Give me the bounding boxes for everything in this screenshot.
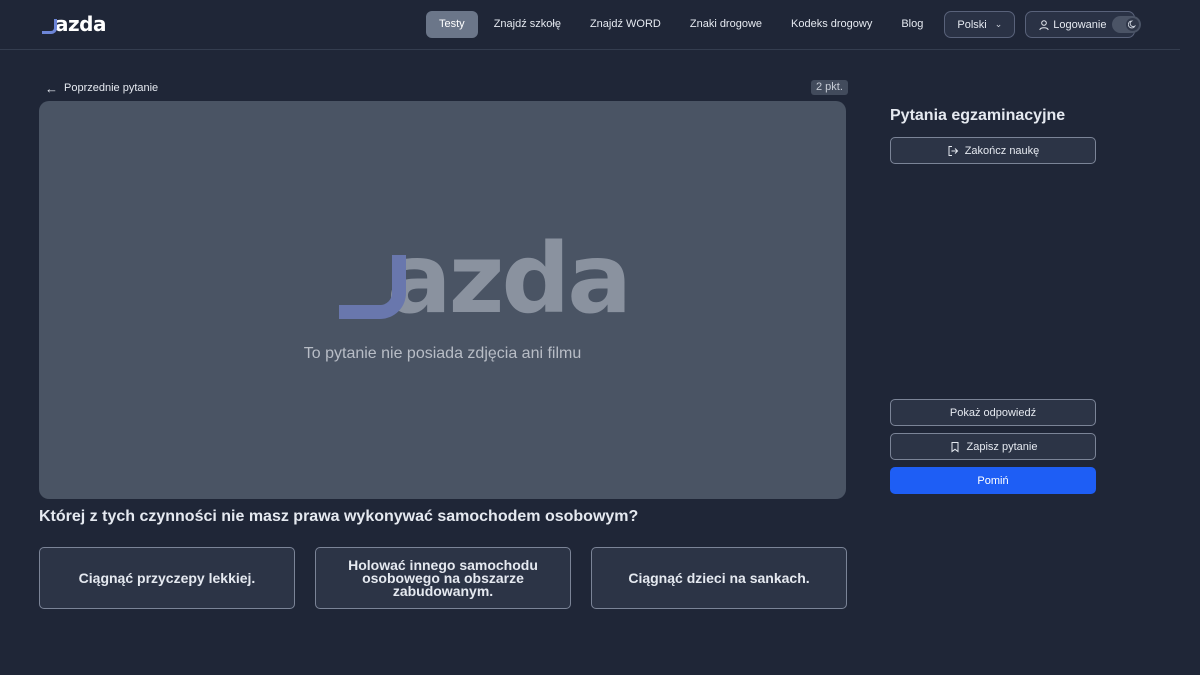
finish-learning-label: Zakończ naukę [964,144,1040,157]
question-text: Której z tych czynności nie masz prawa w… [39,508,639,525]
login-label: Logowanie [1053,18,1107,31]
logo-text: azda [55,12,106,36]
logout-icon [948,145,958,156]
moon-icon [1126,18,1139,31]
nav-item-znajdz-szkole[interactable]: Znajdź szkołę [481,11,574,38]
language-dropdown[interactable]: Polski ⌄ [944,11,1016,38]
user-icon [1039,19,1049,30]
logo[interactable]: azda [42,12,106,34]
top-navigation: azda Testy Znajdź szkołę Znajdź WORD Zna… [0,0,1180,50]
nav-item-testy[interactable]: Testy [426,11,478,38]
nav-item-kodeks-drogowy[interactable]: Kodeks drogowy [778,11,885,38]
answer-list: Ciągnąć przyczepy lekkiej. Holować inneg… [39,547,847,609]
save-question-label: Zapisz pytanie [966,440,1038,453]
points-badge: 2 pkt. [811,80,848,95]
answer-option-3[interactable]: Ciągnąć dzieci na sankach. [591,547,847,609]
logo-mark-icon [42,16,57,34]
nav-item-znaki-drogowe[interactable]: Znaki drogowe [677,11,775,38]
skip-label: Pomiń [977,474,1009,487]
page: azda Testy Znajdź szkołę Znajdź WORD Zna… [0,0,1200,675]
skip-button[interactable]: Pomiń [890,467,1096,494]
nav-item-znajdz-word[interactable]: Znajdź WORD [577,11,674,38]
previous-question-label: Poprzednie pytanie [64,82,159,94]
question-media-placeholder: azda To pytanie nie posiada zdjęcia ani … [39,101,846,499]
bookmark-icon [951,441,959,452]
sidebar-title: Pytania egzaminacyjne [890,107,1066,124]
answer-option-2[interactable]: Holować innego samochodu osobowego na ob… [315,547,571,609]
logo-mark-icon [339,239,406,319]
media-logo-text: azda [386,223,632,335]
save-question-button[interactable]: Zapisz pytanie [890,433,1096,460]
answer-option-1[interactable]: Ciągnąć przyczepy lekkiej. [39,547,295,609]
chevron-down-icon: ⌄ [994,19,1003,29]
show-answer-label: Pokaż odpowiedź [949,406,1037,419]
language-label: Polski [957,18,987,31]
media-logo: azda [339,223,632,335]
finish-learning-button[interactable]: Zakończ naukę [890,137,1096,164]
theme-toggle[interactable] [1112,16,1141,33]
main-nav: Testy Znajdź szkołę Znajdź WORD Znaki dr… [426,11,1145,38]
arrow-left-icon: ← [45,80,58,96]
show-answer-button[interactable]: Pokaż odpowiedź [890,399,1096,426]
previous-question-link[interactable]: ← Poprzednie pytanie [45,80,158,96]
media-caption: To pytanie nie posiada zdjęcia ani filmu [303,345,582,362]
nav-item-blog[interactable]: Blog [888,11,936,38]
